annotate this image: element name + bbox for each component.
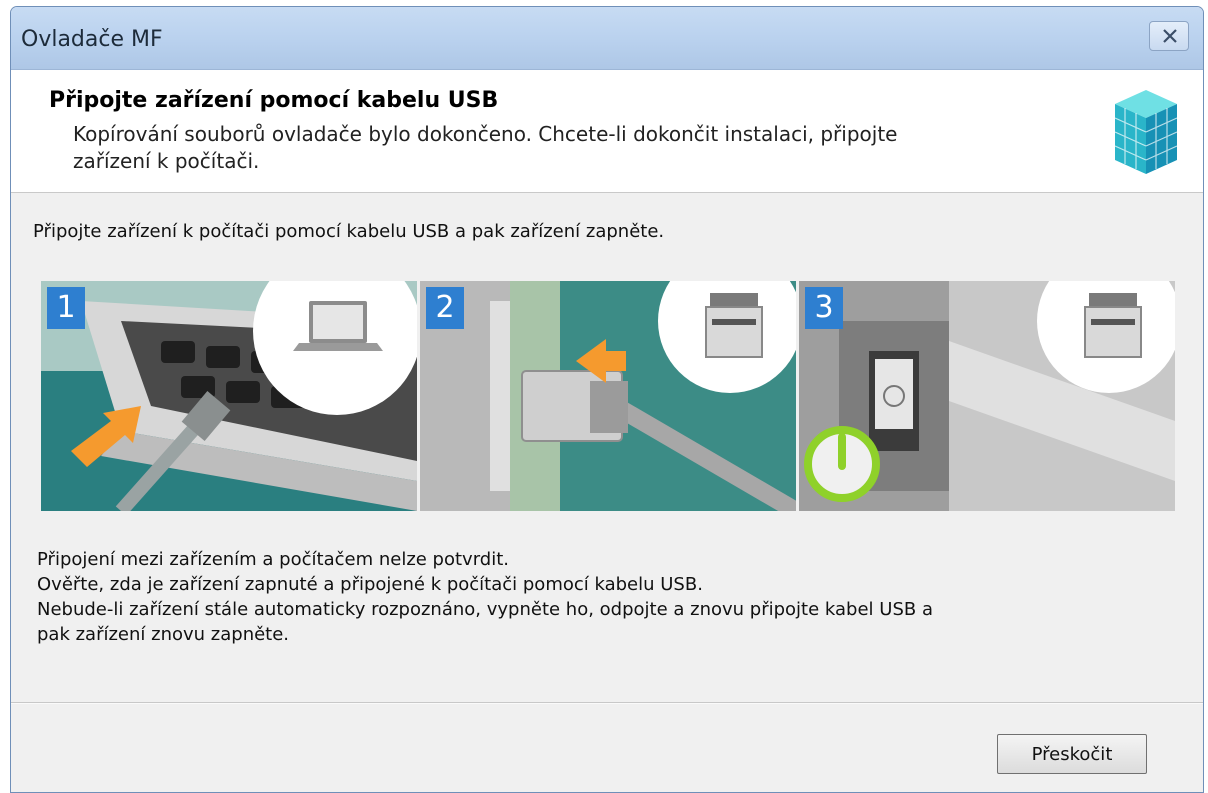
window-title: Ovladače MF bbox=[21, 27, 163, 52]
header-description: Kopírování souborů ovladače bylo dokonče… bbox=[73, 122, 898, 173]
step-3-panel: 3 bbox=[799, 281, 1175, 511]
status-message: Připojení mezi zařízením a počítačem nel… bbox=[37, 547, 1187, 647]
footer-divider bbox=[11, 702, 1203, 704]
step-illustrations: 1 2 3 bbox=[41, 281, 1175, 511]
status-line: Ověřte, zda je zařízení zapnuté a připoj… bbox=[37, 574, 703, 595]
skip-button[interactable]: Přeskočit bbox=[997, 734, 1147, 774]
printer-usb-illustration bbox=[420, 281, 796, 511]
step-3-badge: 3 bbox=[805, 287, 843, 329]
cube-logo-icon bbox=[1111, 84, 1181, 182]
close-button[interactable] bbox=[1149, 21, 1189, 51]
header-title: Připojte zařízení pomocí kabelu USB bbox=[49, 88, 499, 113]
status-line: Nebude-li zařízení stále automaticky roz… bbox=[37, 599, 933, 620]
close-icon bbox=[1163, 29, 1177, 43]
title-bar[interactable]: Ovladače MF bbox=[11, 7, 1203, 70]
step-1-badge: 1 bbox=[47, 287, 85, 329]
step-2-panel: 2 bbox=[420, 281, 796, 511]
power-switch-illustration bbox=[799, 281, 1175, 511]
step-1-panel: 1 bbox=[41, 281, 417, 511]
status-line: Připojení mezi zařízením a počítačem nel… bbox=[37, 549, 509, 570]
installer-window: Ovladače MF Připojte zařízení pomocí kab… bbox=[10, 6, 1204, 793]
status-line: pak zařízení znovu zapněte. bbox=[37, 624, 290, 645]
step-2-badge: 2 bbox=[426, 287, 464, 329]
laptop-usb-illustration bbox=[41, 281, 417, 511]
instruction-text: Připojte zařízení k počítači pomocí kabe… bbox=[33, 221, 665, 242]
header-panel: Připojte zařízení pomocí kabelu USB Kopí… bbox=[11, 70, 1203, 193]
